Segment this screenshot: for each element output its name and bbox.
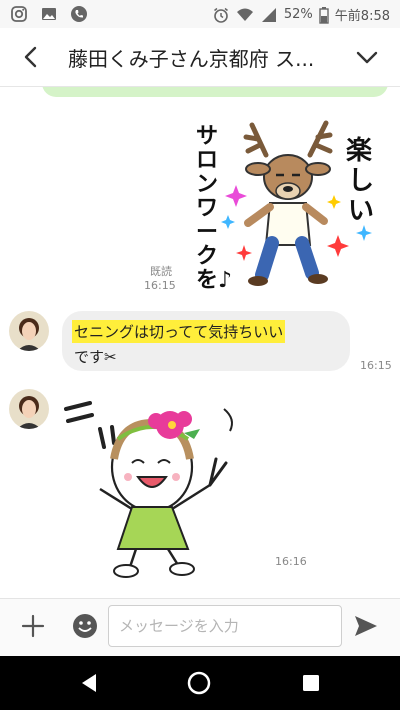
message-time: 16:15 xyxy=(360,359,392,372)
clock: 午前8:58 xyxy=(334,9,390,24)
instagram-icon xyxy=(11,6,27,22)
send-icon[interactable] xyxy=(352,612,380,640)
nav-home-icon[interactable] xyxy=(186,670,212,696)
message-time: 16:16 xyxy=(275,555,307,568)
girl-sticker[interactable] xyxy=(60,389,270,579)
message-input[interactable] xyxy=(108,605,342,647)
chat-area[interactable]: サ ロ ン ワ ー ク を♪ 楽 し い 既読 16:15 セニングは切ってて気… xyxy=(0,87,400,598)
avatar[interactable] xyxy=(9,389,49,429)
svg-text:楽: 楽 xyxy=(346,136,373,166)
signal-icon xyxy=(261,7,276,22)
wifi-icon xyxy=(236,8,253,21)
chat-title[interactable]: 藤田くみ子さん京都府 ス... xyxy=(68,43,338,72)
plus-icon[interactable] xyxy=(18,611,48,641)
chevron-down-icon[interactable] xyxy=(352,42,382,72)
incoming-message-bubble[interactable]: セニングは切ってて気持ちいい です✂ xyxy=(62,311,350,371)
svg-text:を♪: を♪ xyxy=(196,268,232,293)
battery-percent: 52% xyxy=(283,7,313,22)
message-text-line: です✂ xyxy=(74,348,117,366)
svg-text:し: し xyxy=(348,166,374,196)
status-bar: 52% 午前8:58 xyxy=(0,0,400,28)
svg-text:ー: ー xyxy=(196,220,218,245)
avatar[interactable] xyxy=(9,311,49,351)
svg-text:ン: ン xyxy=(196,172,218,197)
battery-icon xyxy=(319,6,329,24)
chat-header: 藤田くみ子さん京都府 ス... xyxy=(0,28,400,87)
svg-text:サ: サ xyxy=(196,124,218,149)
phone-icon xyxy=(71,6,87,22)
message-input-bar xyxy=(0,598,400,657)
message-text-line: セニングは切ってて気持ちいい xyxy=(72,320,286,343)
svg-text:い: い xyxy=(348,196,374,226)
svg-text:ワ: ワ xyxy=(196,196,218,221)
android-nav-bar xyxy=(0,656,400,710)
svg-text:ロ: ロ xyxy=(196,148,218,173)
emoji-icon[interactable] xyxy=(70,611,100,641)
nav-recent-apps-icon[interactable] xyxy=(300,672,322,694)
back-arrow-icon[interactable] xyxy=(16,42,46,72)
svg-text:ク: ク xyxy=(196,244,218,269)
nav-back-icon[interactable] xyxy=(78,672,100,694)
alarm-icon xyxy=(213,7,228,23)
image-icon xyxy=(42,8,56,20)
message-time: 16:15 xyxy=(144,279,176,292)
outgoing-bubble-partial[interactable] xyxy=(42,87,388,97)
deer-sticker[interactable]: サ ロ ン ワ ー ク を♪ 楽 し い xyxy=(188,115,388,295)
read-receipt: 既読 xyxy=(150,265,172,278)
